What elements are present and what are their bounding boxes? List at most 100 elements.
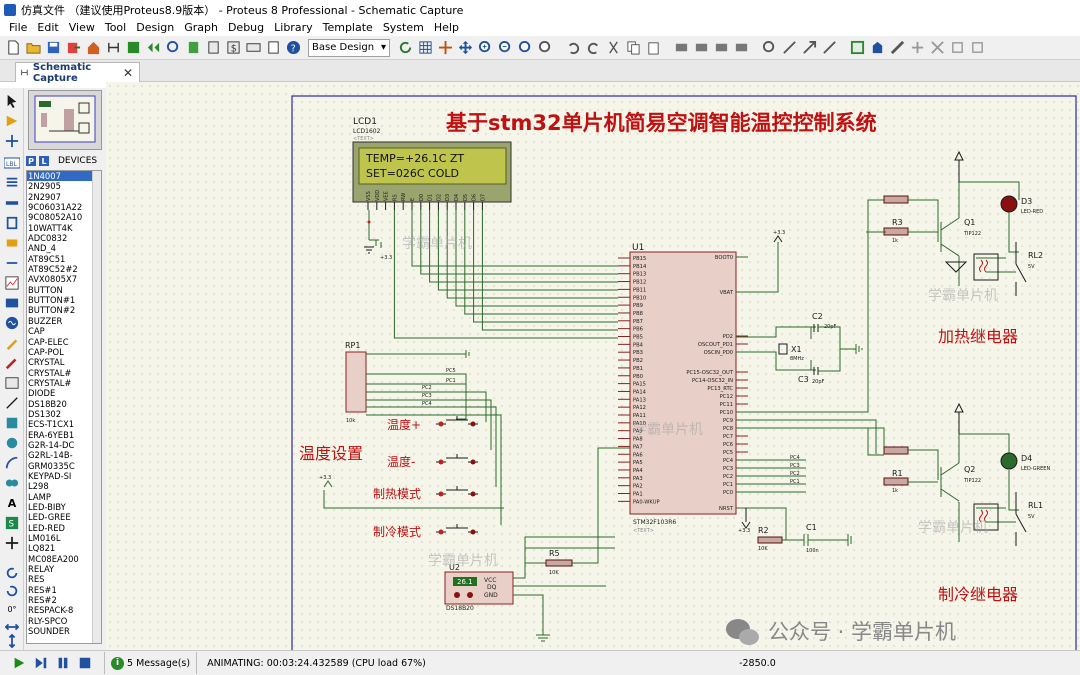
device-list-item[interactable]: LQ821 [27, 543, 101, 553]
zoom-to-child-icon[interactable] [968, 39, 986, 57]
menu-debug[interactable]: Debug [223, 21, 269, 34]
netlist-icon[interactable] [244, 39, 262, 57]
device-list-item[interactable]: AVX0805X7 [27, 274, 101, 284]
origin-icon[interactable] [436, 39, 454, 57]
device-list-item[interactable]: MC08EA200 [27, 554, 101, 564]
zoom-all-icon[interactable] [516, 39, 534, 57]
step-button[interactable] [30, 654, 52, 672]
new-sheet-icon[interactable] [908, 39, 926, 57]
device-list-item[interactable]: RLY-SPCO [27, 616, 101, 626]
device-list-item[interactable]: LM016L [27, 533, 101, 543]
terminals-icon[interactable] [3, 234, 21, 252]
rotate-anticlockwise-icon[interactable] [3, 582, 21, 600]
device-list-item[interactable]: AT89C52#2 [27, 264, 101, 274]
device-list-item[interactable]: 9C06031A22 [27, 202, 101, 212]
pause-button[interactable] [52, 654, 74, 672]
device-list-item[interactable]: ERA-6YEB1 [27, 430, 101, 440]
refresh-icon[interactable] [396, 39, 414, 57]
device-list-item[interactable]: RELAY [27, 564, 101, 574]
undo-icon[interactable] [564, 39, 582, 57]
block-move-icon[interactable] [692, 39, 710, 57]
device-list-item[interactable]: RES#2 [27, 595, 101, 605]
play-button[interactable] [8, 654, 30, 672]
menu-file[interactable]: File [4, 21, 32, 34]
search-tag-icon[interactable] [868, 39, 886, 57]
device-list-item[interactable]: CRYSTAL# [27, 368, 101, 378]
home-icon[interactable] [84, 39, 102, 57]
device-list-item[interactable]: G2R-14-DC [27, 440, 101, 450]
redo-icon[interactable] [584, 39, 602, 57]
device-list-item[interactable]: BUTTON#2 [27, 305, 101, 315]
rotate-clockwise-icon[interactable] [3, 564, 21, 582]
current-probe-icon[interactable] [3, 354, 21, 372]
messages-indicator[interactable]: i 5 Message(s) [104, 652, 198, 674]
device-list-item[interactable]: LED-RED [27, 523, 101, 533]
device-list-item[interactable]: G2RL-14B- [27, 450, 101, 460]
subcircuit-icon[interactable] [3, 214, 21, 232]
tab-schematic-capture[interactable]: Schematic Capture ✕ [15, 62, 140, 84]
bom-icon[interactable] [184, 39, 202, 57]
save-icon[interactable] [44, 39, 62, 57]
device-list-item[interactable]: RES [27, 574, 101, 584]
device-list-item[interactable]: RESPACK-8 [27, 605, 101, 615]
paste-icon[interactable] [644, 39, 662, 57]
stop-button[interactable] [74, 654, 96, 672]
new-file-icon[interactable] [4, 39, 22, 57]
circle-icon[interactable] [3, 434, 21, 452]
instruments-icon[interactable] [3, 374, 21, 392]
pick-device-button[interactable]: P [26, 156, 36, 166]
device-list-item[interactable]: GRM0335C [27, 461, 101, 471]
rotation-angle[interactable]: 0° [3, 600, 21, 618]
device-list-item[interactable]: BUTTON [27, 285, 101, 295]
menu-edit[interactable]: Edit [32, 21, 63, 34]
junction-dot-icon[interactable] [3, 132, 21, 150]
symbol-icon[interactable]: S [3, 514, 21, 532]
device-list-item[interactable]: CAP [27, 326, 101, 336]
menu-view[interactable]: View [64, 21, 100, 34]
device-list-item[interactable]: CRYSTAL [27, 357, 101, 367]
device-list-item[interactable]: L298 [27, 481, 101, 491]
text-tool-icon[interactable]: A [3, 494, 21, 512]
selection-mode-icon[interactable] [3, 92, 21, 110]
zoom-out-icon[interactable] [496, 39, 514, 57]
device-pins-icon[interactable] [3, 254, 21, 272]
pan-icon[interactable] [456, 39, 474, 57]
device-list-item[interactable]: 2N2907 [27, 192, 101, 202]
wire-label-icon[interactable]: LBL [3, 154, 21, 172]
remove-sheet-icon[interactable] [928, 39, 946, 57]
design-explorer-icon[interactable] [204, 39, 222, 57]
import-icon[interactable] [64, 39, 82, 57]
tape-recorder-icon[interactable] [3, 294, 21, 312]
menu-template[interactable]: Template [318, 21, 378, 34]
device-list-item[interactable]: AND_4 [27, 243, 101, 253]
device-list-item[interactable]: CAP-ELEC [27, 337, 101, 347]
device-list-item[interactable]: 1N4007 [27, 171, 101, 182]
menu-help[interactable]: Help [429, 21, 464, 34]
device-list-item[interactable]: ADC0832 [27, 233, 101, 243]
device-list-item[interactable]: BUZZER [27, 316, 101, 326]
block-rotate-icon[interactable] [712, 39, 730, 57]
zoom-in-icon[interactable] [476, 39, 494, 57]
cut-icon[interactable] [604, 39, 622, 57]
block-delete-icon[interactable] [732, 39, 750, 57]
property-tool-icon[interactable] [888, 39, 906, 57]
grid-toggle-icon[interactable] [416, 39, 434, 57]
device-list-item[interactable]: RES#1 [27, 585, 101, 595]
menu-library[interactable]: Library [269, 21, 317, 34]
device-list-item[interactable]: CRYSTAL# [27, 378, 101, 388]
device-list-item[interactable]: CAP-POL [27, 347, 101, 357]
design-selector[interactable]: Base Design ▾ [308, 38, 390, 57]
device-list-item[interactable]: DIODE [27, 388, 101, 398]
menu-system[interactable]: System [378, 21, 429, 34]
device-list-item[interactable]: SOUNDER [27, 626, 101, 636]
device-list-item[interactable]: 9C08052A10 [27, 212, 101, 222]
device-list-item[interactable]: DS1302 [27, 409, 101, 419]
device-list-item[interactable]: LED-GREE [27, 512, 101, 522]
marker-icon[interactable] [3, 534, 21, 552]
library-manager-button[interactable]: L [39, 156, 49, 166]
make-device-icon[interactable] [780, 39, 798, 57]
device-list-item[interactable]: BUTTON#1 [27, 295, 101, 305]
overview-window[interactable] [28, 90, 102, 150]
device-list-item[interactable]: AT89C51 [27, 254, 101, 264]
device-list-item[interactable]: 10WATT4K [27, 223, 101, 233]
